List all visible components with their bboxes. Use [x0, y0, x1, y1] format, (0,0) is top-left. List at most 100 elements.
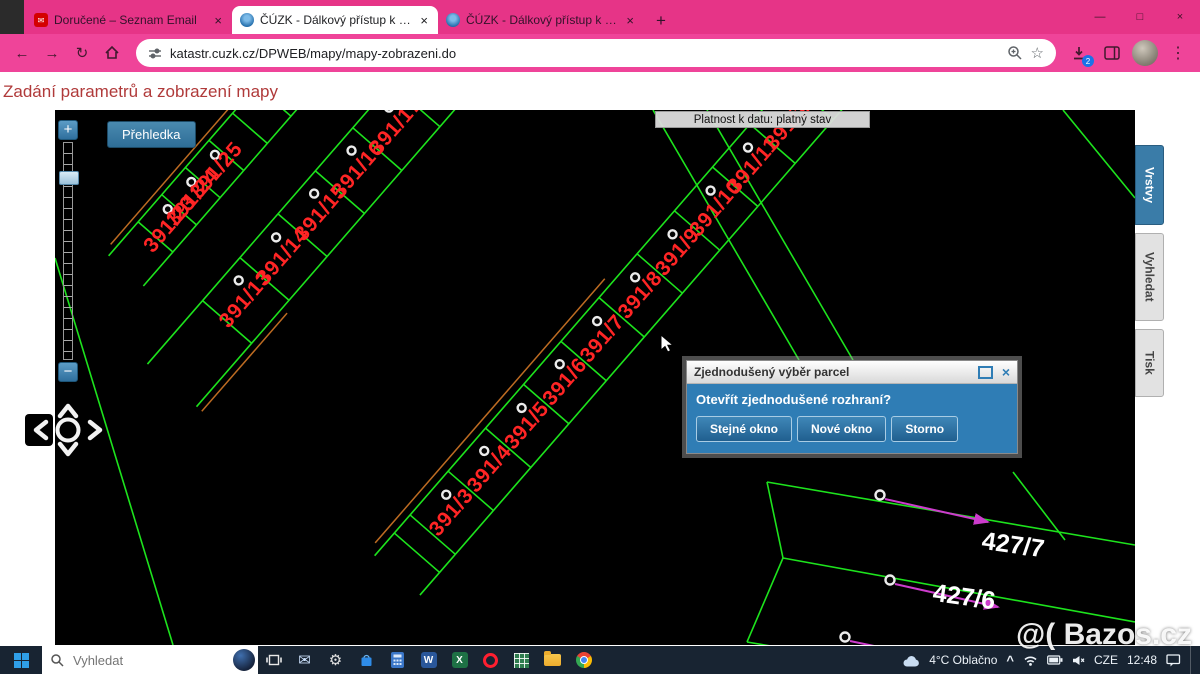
profile-avatar[interactable] — [1132, 40, 1158, 66]
site-info-icon[interactable] — [148, 47, 162, 60]
grid-app-button[interactable] — [506, 646, 537, 674]
maximize-button[interactable]: □ — [1120, 0, 1160, 34]
grid-app-icon — [514, 653, 529, 668]
bookmark-star-icon[interactable]: ☆ — [1031, 44, 1044, 62]
parcel-band-middle: 391/3 391/4 391/5 391/6 391/7 391/8 391/… — [369, 110, 873, 595]
mouse-cursor — [660, 334, 676, 354]
parcel-band-b: 391/13 391/14 391/15 391/16 391/17 — [147, 110, 516, 411]
weather-cloud-icon — [902, 654, 920, 667]
task-view-icon — [266, 653, 282, 667]
parcel-label-white: 427/7 — [980, 527, 1046, 563]
forward-button[interactable]: → — [38, 39, 66, 67]
side-panel-button[interactable] — [1098, 39, 1126, 67]
calculator-icon — [391, 652, 404, 668]
clock[interactable]: 12:48 — [1127, 653, 1157, 667]
volume-icon[interactable] — [1072, 655, 1085, 666]
excel-icon: X — [452, 652, 468, 668]
zoom-control: + − — [58, 120, 80, 382]
overview-map-button[interactable]: Přehledka — [107, 121, 196, 148]
pan-down-arrow[interactable] — [60, 444, 76, 454]
home-button[interactable] — [98, 39, 126, 67]
bazos-watermark: @( Bazos.cz — [1016, 618, 1192, 652]
parcel-label: 391/7 — [576, 311, 629, 368]
parcel-label: 391/8 — [614, 267, 667, 324]
pan-up-arrow[interactable] — [60, 406, 76, 416]
tray-expand-icon[interactable]: ^ — [1006, 653, 1014, 668]
search-input[interactable] — [71, 652, 195, 669]
chrome-app-button[interactable] — [568, 646, 599, 674]
language-indicator[interactable]: CZE — [1094, 653, 1118, 667]
back-button[interactable]: ← — [8, 39, 36, 67]
store-bag-icon — [359, 653, 374, 668]
minimize-button[interactable]: — — [1080, 0, 1120, 34]
zoom-slider-track[interactable] — [63, 142, 73, 360]
parcel-label: 391/6 — [538, 354, 591, 411]
weather-text[interactable]: 4°C Oblačno — [929, 653, 997, 667]
parcel-selection-dialog: Zjednodušený výběr parcel × Otevřít zjed… — [686, 360, 1018, 454]
windows-logo-icon — [14, 653, 29, 668]
side-tab-vrstvy[interactable]: Vrstvy — [1135, 145, 1164, 225]
dialog-body: Otevřít zjednodušené rozhraní? Stejné ok… — [687, 384, 1017, 453]
new-tab-button[interactable]: + — [648, 8, 674, 34]
search-highlight-image[interactable] — [233, 649, 255, 671]
dialog-maximize-icon[interactable] — [978, 366, 993, 379]
wifi-icon[interactable] — [1023, 654, 1038, 666]
start-button[interactable] — [0, 646, 42, 674]
action-center-icon[interactable] — [1166, 654, 1181, 667]
chrome-icon — [576, 652, 592, 668]
tab-close-icon[interactable]: × — [418, 14, 430, 27]
side-panel-icon — [1104, 46, 1120, 60]
mail-app-button[interactable]: ✉ — [289, 646, 320, 674]
dialog-title: Zjednodušený výběr parcel — [694, 365, 978, 379]
pan-control[interactable] — [22, 390, 114, 475]
side-tab-tisk[interactable]: Tisk — [1135, 329, 1164, 397]
mail-icon: ✉ — [298, 651, 311, 669]
pan-center-button[interactable] — [58, 420, 79, 441]
tab-cuzk-2[interactable]: ČÚZK - Dálkový přístup k údajů × — [438, 6, 644, 34]
zoom-out-button[interactable]: − — [58, 362, 78, 382]
tab-close-icon[interactable]: × — [624, 14, 636, 27]
page-title: Zadání parametrů a zobrazení mapy — [0, 72, 1200, 102]
file-explorer-button[interactable] — [537, 646, 568, 674]
battery-icon[interactable] — [1047, 655, 1063, 665]
tab-cuzk-map[interactable]: ČÚZK - Dálkový přístup k údajů × — [232, 6, 438, 34]
calculator-app-button[interactable] — [382, 646, 413, 674]
zoom-indicator-icon[interactable] — [1007, 45, 1023, 61]
cancel-button[interactable]: Storno — [891, 416, 958, 442]
opera-app-button[interactable] — [475, 646, 506, 674]
dialog-close-icon[interactable]: × — [1002, 365, 1010, 379]
address-bar[interactable]: katastr.cuzk.cz/DPWEB/mapy/mapy-zobrazen… — [136, 39, 1056, 67]
page-content: Zadání parametrů a zobrazení mapy — [0, 72, 1200, 646]
new-window-button[interactable]: Nové okno — [797, 416, 886, 442]
browser-menu-button[interactable]: ⋮ — [1164, 43, 1192, 63]
folder-icon — [544, 654, 561, 666]
reload-button[interactable]: ↻ — [68, 39, 96, 67]
validity-status-bar: Platnost k datu: platný stav — [655, 111, 870, 128]
task-view-button[interactable] — [258, 646, 289, 674]
excel-app-button[interactable]: X — [444, 646, 475, 674]
navigation-bar: ← → ↻ katastr.cuzk.cz/DPWEB/mapy/mapy-zo… — [0, 34, 1200, 72]
store-app-button[interactable] — [351, 646, 382, 674]
zoom-slider-thumb[interactable] — [59, 171, 79, 185]
cuzk-favicon — [240, 13, 254, 27]
side-tab-vyhledat[interactable]: Vyhledat — [1135, 233, 1164, 321]
tab-close-icon[interactable]: × — [212, 14, 224, 27]
same-window-button[interactable]: Stejné okno — [696, 416, 792, 442]
zoom-in-button[interactable]: + — [58, 120, 78, 140]
seznam-favicon: ✉ — [34, 13, 48, 27]
url-text: katastr.cuzk.cz/DPWEB/mapy/mapy-zobrazen… — [170, 46, 999, 61]
window-controls: — □ × — [1080, 0, 1200, 34]
search-icon — [51, 654, 64, 667]
close-button[interactable]: × — [1160, 0, 1200, 34]
taskbar-search[interactable] — [42, 646, 258, 674]
cuzk-favicon — [446, 13, 460, 27]
pan-right-arrow[interactable] — [90, 422, 100, 438]
tab-seznam-email[interactable]: ✉ Doručené – Seznam Email × — [26, 6, 232, 34]
word-app-button[interactable]: W — [413, 646, 444, 674]
dialog-title-bar[interactable]: Zjednodušený výběr parcel × — [687, 361, 1017, 384]
downloads-button[interactable]: 2 — [1066, 40, 1092, 66]
word-icon: W — [421, 652, 437, 668]
home-icon — [104, 45, 120, 61]
parcel-label: 391/4 — [463, 440, 516, 497]
settings-app-button[interactable]: ⚙ — [320, 646, 351, 674]
